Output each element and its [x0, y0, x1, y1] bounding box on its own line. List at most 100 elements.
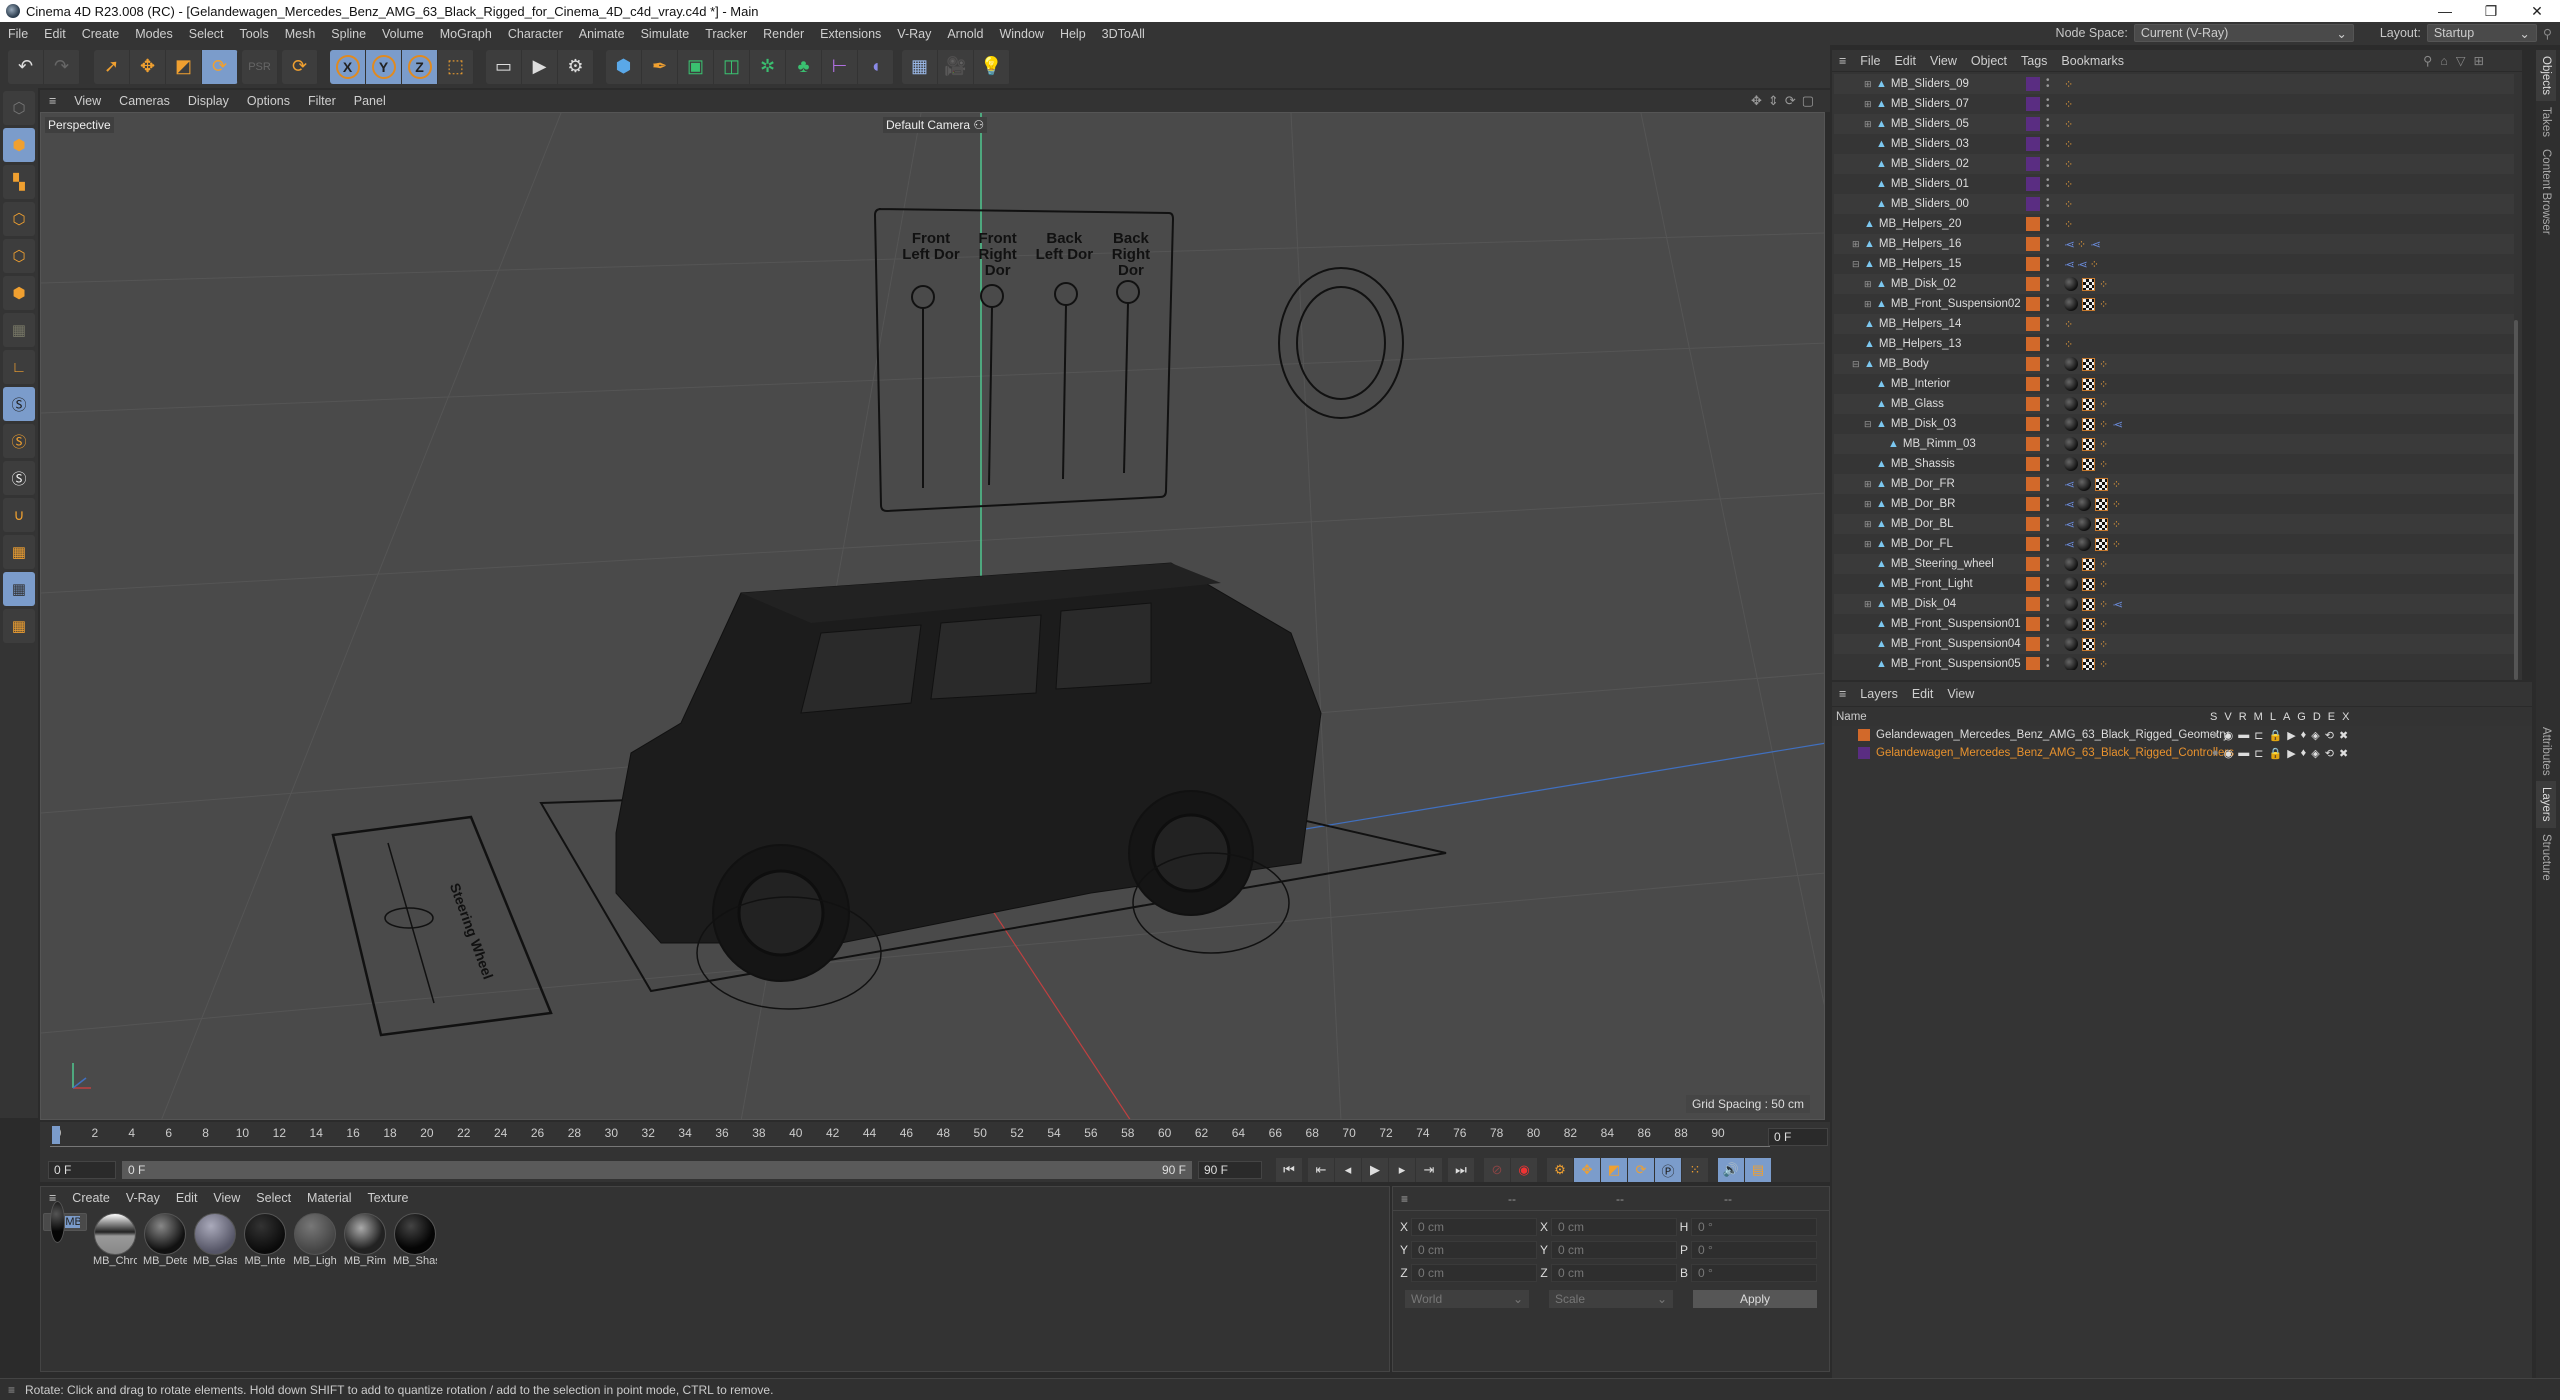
- next-frame-button[interactable]: ▸: [1389, 1158, 1415, 1182]
- material-menu-edit[interactable]: Edit: [168, 1191, 206, 1205]
- object-row[interactable]: ▲ MB_Sliders_02 • • ⁘: [1834, 154, 2514, 174]
- playhead[interactable]: [52, 1126, 60, 1144]
- model-mode-button[interactable]: ⬢: [3, 128, 35, 162]
- objects-menu-file[interactable]: File: [1853, 54, 1887, 68]
- object-row[interactable]: ▲ MB_Shassis • • ⁘: [1834, 454, 2514, 474]
- object-name[interactable]: MB_Helpers_20: [1879, 218, 1961, 230]
- expression-icon[interactable]: ⟲: [2325, 747, 2334, 760]
- object-row[interactable]: ▲ MB_Front_Light • • ⁘: [1834, 574, 2514, 594]
- collapse-icon[interactable]: ⊟: [1864, 419, 1874, 430]
- rot-b-field[interactable]: 0 °: [1691, 1264, 1817, 1282]
- menu-edit[interactable]: Edit: [36, 27, 74, 41]
- layers-menu-edit[interactable]: Edit: [1905, 687, 1941, 701]
- object-name[interactable]: MB_Front_Suspension04: [1891, 638, 2021, 650]
- object-row[interactable]: ▲ MB_Sliders_03 • • ⁘: [1834, 134, 2514, 154]
- layer-color-swatch[interactable]: [2026, 597, 2040, 611]
- previous-frame-button[interactable]: ◂: [1335, 1158, 1361, 1182]
- visibility-dots-icon[interactable]: • •: [2046, 96, 2050, 112]
- uvw-tag-icon[interactable]: [2094, 517, 2108, 531]
- xpresso-tag-icon[interactable]: ⁘: [2064, 198, 2073, 211]
- material-swatch[interactable]: MB_Ligh: [293, 1213, 337, 1267]
- layer-name[interactable]: Gelandewagen_Mercedes_Benz_AMG_63_Black_…: [1876, 729, 2229, 741]
- visibility-dots-icon[interactable]: • •: [2046, 256, 2050, 272]
- node-space-select[interactable]: Current (V-Ray) ⌄: [2133, 24, 2354, 42]
- 3d-viewport[interactable]: Front Left Dor Front Right Dor Back Left…: [40, 112, 1825, 1120]
- material-tag-icon[interactable]: [2064, 277, 2078, 291]
- expand-icon[interactable]: ⊞: [1864, 299, 1874, 310]
- uvw-tag-icon[interactable]: [2082, 557, 2095, 571]
- visibility-dots-icon[interactable]: • •: [2046, 236, 2050, 252]
- scale-tool-button[interactable]: ◩: [166, 49, 202, 84]
- object-name[interactable]: MB_Helpers_15: [1879, 258, 1961, 270]
- object-row[interactable]: ▲ MB_Rimm_03 • • ⁘: [1834, 434, 2514, 454]
- menu-create[interactable]: Create: [74, 27, 128, 41]
- object-row[interactable]: ⊟ ▲ MB_Helpers_15 • • ·⋖ ·⋖ ⁘: [1834, 254, 2514, 274]
- key-position-button[interactable]: ✥: [1574, 1158, 1600, 1182]
- tab-layers[interactable]: Layers: [2536, 781, 2556, 828]
- object-row[interactable]: ⊞ ▲ MB_Helpers_16 • • ·⋖ ⁘ ·⋖: [1834, 234, 2514, 254]
- object-row[interactable]: ⊞ ▲ MB_Sliders_05 • • ⁘: [1834, 114, 2514, 134]
- constraint-tag-icon[interactable]: ·⋖: [2077, 258, 2088, 271]
- object-name[interactable]: MB_Shassis: [1891, 458, 1955, 470]
- object-name[interactable]: MB_Rimm_03: [1903, 438, 1976, 450]
- material-tag-icon[interactable]: [2064, 377, 2078, 391]
- objects-menu-view[interactable]: View: [1923, 54, 1964, 68]
- layer-color-swatch[interactable]: [2026, 97, 2040, 111]
- menu-extensions[interactable]: Extensions: [812, 27, 889, 41]
- coordinate-mode-select[interactable]: World ⌄: [1405, 1290, 1529, 1308]
- material-tag-icon[interactable]: [2064, 297, 2078, 311]
- constraint-tag-icon[interactable]: ·⋖: [2064, 538, 2075, 551]
- object-row[interactable]: ⊟ ▲ MB_Body • • ⁘: [1834, 354, 2514, 374]
- uvw-tag-icon[interactable]: [2094, 537, 2108, 551]
- record-keys-button[interactable]: ⊘: [1484, 1158, 1510, 1182]
- visibility-dots-icon[interactable]: • •: [2046, 556, 2050, 572]
- render-settings-button[interactable]: ⚙: [558, 49, 594, 84]
- material-swatch[interactable]: MB_Glas: [193, 1213, 237, 1267]
- xpresso-tag-icon[interactable]: ⁘: [2064, 218, 2073, 231]
- layer-color-swatch[interactable]: [2026, 457, 2040, 471]
- key-parameter-button[interactable]: Ⓟ: [1655, 1158, 1681, 1182]
- pos-z-field[interactable]: 0 cm: [1411, 1264, 1537, 1282]
- undo-button[interactable]: ↶: [8, 49, 44, 84]
- object-name[interactable]: MB_Sliders_07: [1891, 98, 1969, 110]
- object-row[interactable]: ▲ MB_Front_Suspension04 • • ⁘: [1834, 634, 2514, 654]
- object-name[interactable]: MB_Dor_BR: [1891, 498, 1956, 510]
- hamburger-icon[interactable]: ≡: [1832, 54, 1853, 68]
- object-name[interactable]: MB_Steering_wheel: [1891, 558, 1994, 570]
- axis-y-button[interactable]: Y: [366, 49, 402, 84]
- solo-off-button[interactable]: Ⓢ: [3, 461, 35, 495]
- menu-mesh[interactable]: Mesh: [277, 27, 324, 41]
- layer-color-swatch[interactable]: [2026, 77, 2040, 91]
- object-manager-tools[interactable]: ⚲⌂▽⊞: [2423, 53, 2492, 68]
- steering-wheel-controller[interactable]: [331, 815, 553, 1037]
- object-row[interactable]: ▲ MB_Sliders_01 • • ⁘: [1834, 174, 2514, 194]
- layer-color-swatch[interactable]: [2026, 517, 2040, 531]
- menu-window[interactable]: Window: [991, 27, 1051, 41]
- xpresso-tag-icon[interactable]: ⁘: [2064, 178, 2073, 191]
- xpresso-tag-icon[interactable]: ⁘: [2099, 578, 2108, 591]
- timeline-ruler[interactable]: 0246810121416182022242628303234363840424…: [40, 1122, 1830, 1162]
- menu-file[interactable]: File: [0, 27, 36, 41]
- tab-objects[interactable]: Objects: [2536, 50, 2556, 101]
- material-tag-icon[interactable]: [2064, 597, 2078, 611]
- material-menu-view[interactable]: View: [205, 1191, 248, 1205]
- object-name[interactable]: MB_Helpers_16: [1879, 238, 1961, 250]
- light-button[interactable]: 💡: [974, 49, 1010, 84]
- layer-color-swatch[interactable]: [2026, 397, 2040, 411]
- layer-color-swatch[interactable]: [2026, 337, 2040, 351]
- uvw-tag-icon[interactable]: [2094, 477, 2108, 491]
- xref-icon[interactable]: ✖: [2339, 729, 2348, 742]
- material-menu-texture[interactable]: Texture: [360, 1191, 417, 1205]
- xpresso-tag-icon[interactable]: ⁘: [2099, 438, 2108, 451]
- visibility-dots-icon[interactable]: • •: [2046, 516, 2050, 532]
- object-row[interactable]: ▲ MB_Front_Suspension01 • • ⁘: [1834, 614, 2514, 634]
- material-tag-icon[interactable]: [2064, 577, 2078, 591]
- render-picture-viewer-button[interactable]: ▶: [522, 49, 558, 84]
- cube-button[interactable]: ⬢: [606, 49, 642, 84]
- solo-icon[interactable]: ●: [2212, 747, 2219, 760]
- new-window-icon[interactable]: ⊞: [2474, 54, 2492, 68]
- close-button[interactable]: ✕: [2514, 0, 2560, 22]
- menu-mograph[interactable]: MoGraph: [432, 27, 500, 41]
- pos-y-field[interactable]: 0 cm: [1411, 1241, 1537, 1259]
- constraint-tag-icon[interactable]: ·⋖: [2112, 598, 2123, 611]
